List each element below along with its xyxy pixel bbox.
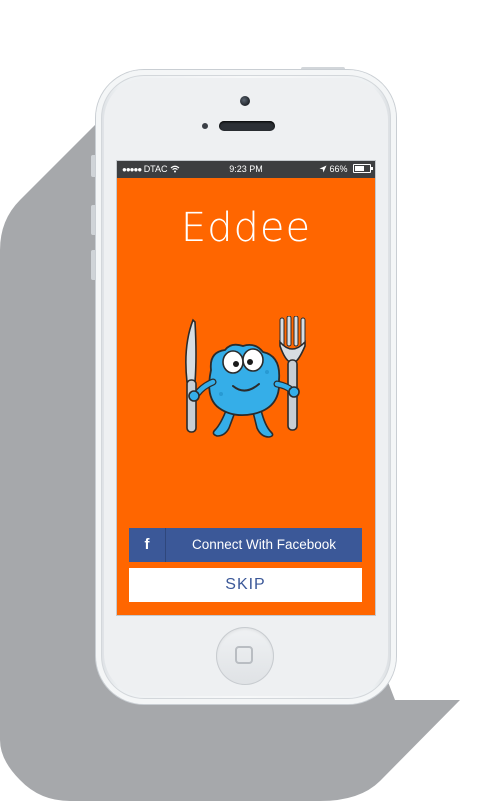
- battery-icon: [353, 164, 373, 174]
- facebook-button-label: Connect With Facebook: [191, 537, 337, 552]
- earpiece-speaker: [219, 121, 275, 131]
- home-button[interactable]: [216, 627, 274, 685]
- battery-percent: 66%: [329, 164, 348, 174]
- facebook-icon: f: [129, 528, 166, 562]
- app-screen: ●●●●● DTAC 9:23 PM 66% Eddee f Connect W…: [117, 161, 375, 615]
- connect-with-facebook-button[interactable]: f Connect With Facebook: [129, 528, 362, 562]
- front-camera: [240, 96, 250, 106]
- app-title: Eddee: [180, 205, 312, 251]
- location-arrow-icon: [319, 165, 327, 173]
- fork-icon: [279, 316, 306, 431]
- knife-icon: [185, 318, 197, 433]
- battery-level-fill: [355, 166, 364, 172]
- home-square-icon: [235, 646, 253, 664]
- eddee-mascot-icon: [185, 316, 306, 438]
- status-bar: ●●●●● DTAC 9:23 PM 66%: [117, 161, 375, 178]
- skip-button[interactable]: SKIP: [129, 568, 362, 602]
- proximity-sensor: [202, 123, 208, 129]
- battery-tip: [371, 167, 373, 171]
- mockup-stage: ●●●●● DTAC 9:23 PM 66% Eddee f Connect W…: [0, 0, 497, 801]
- status-right: 66%: [319, 161, 373, 178]
